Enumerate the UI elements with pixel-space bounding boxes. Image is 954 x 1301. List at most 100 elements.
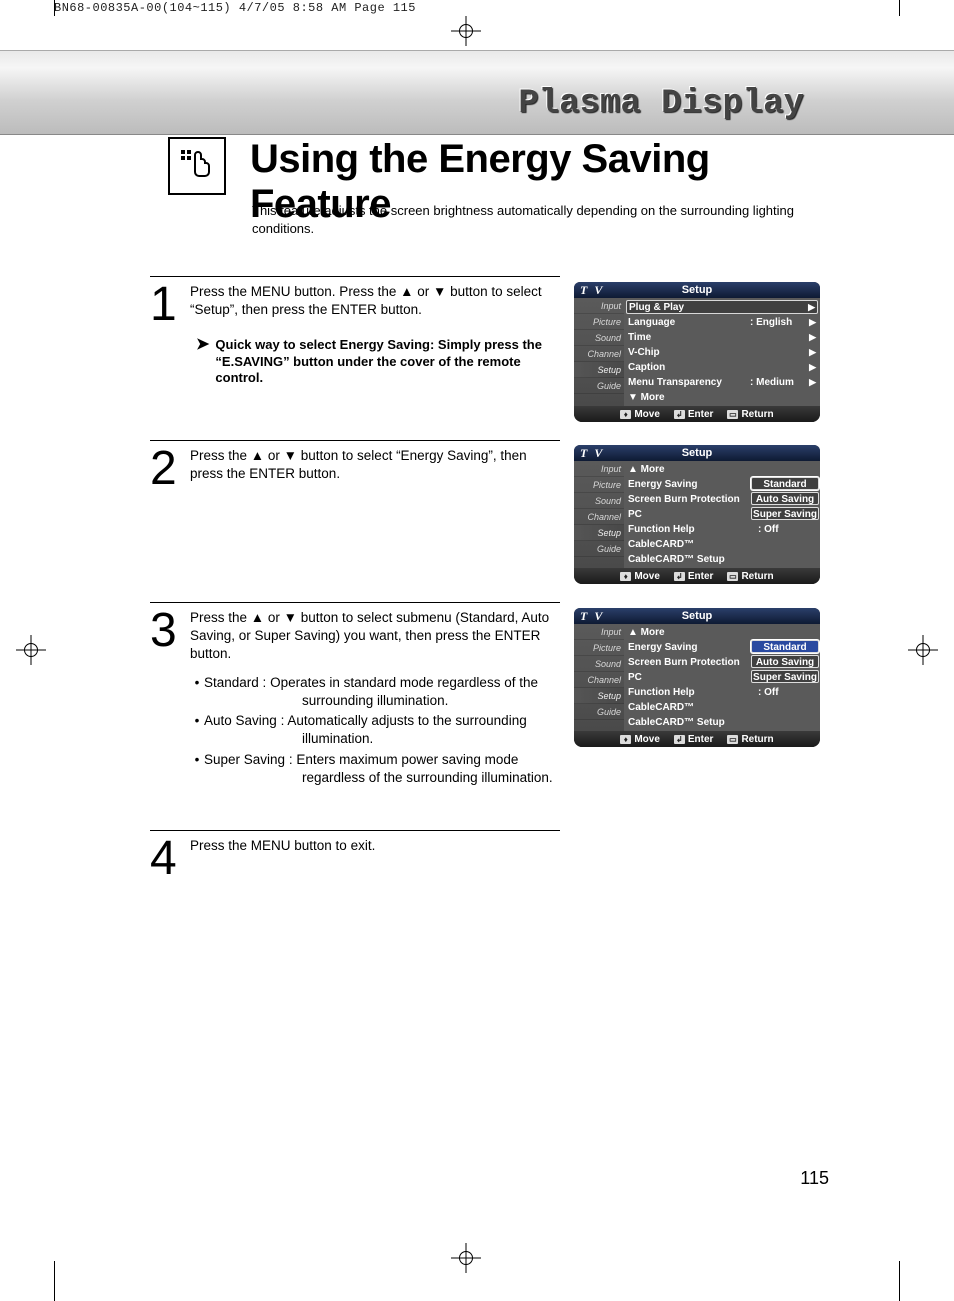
- step-text: Press the MENU button to exit.: [190, 838, 375, 853]
- footer-return: Return: [741, 571, 773, 582]
- touch-icon: [179, 148, 215, 184]
- footer-enter: Enter: [688, 734, 714, 745]
- slug-text: BN68-00835A-00(104~115) 4/7/05 8:58 AM P…: [54, 1, 416, 15]
- enter-icon: ↲: [674, 572, 685, 581]
- osd-row[interactable]: CableCARD™: [624, 700, 820, 715]
- bullet-desc: Enters maximum power saving mode regardl…: [296, 752, 552, 785]
- registration-mark: [908, 635, 938, 665]
- osd-tab[interactable]: Input: [574, 624, 624, 640]
- step-bullets: •Standard : Operates in standard mode re…: [190, 674, 555, 787]
- registration-mark: [451, 16, 481, 46]
- footer-move: Move: [634, 734, 660, 745]
- bullet-desc: Automatically adjusts to the surrounding…: [287, 713, 526, 746]
- step-text: Press the ▲ or ▼ button to select submen…: [190, 610, 549, 661]
- note-arrow-icon: ➤: [196, 337, 209, 353]
- osd-footer: ♦Move ↲Enter ▭Return: [574, 731, 820, 747]
- step-text: Press the ▲ or ▼ button to select “Energ…: [190, 448, 527, 481]
- osd-tab[interactable]: Guide: [574, 541, 624, 557]
- osd-row[interactable]: Function Help: Off: [624, 522, 820, 537]
- osd-row[interactable]: Function Help: Off: [624, 685, 820, 700]
- step-divider: [150, 602, 560, 603]
- osd-row[interactable]: Plug & Play▶: [626, 300, 818, 314]
- crop-mark: [899, 1261, 900, 1301]
- osd-tab[interactable]: Input: [574, 461, 624, 477]
- osd-tab[interactable]: Setup: [574, 688, 624, 704]
- registration-mark: [16, 635, 46, 665]
- osd-titlebar: T V Setup: [574, 445, 820, 461]
- header-banner: [0, 50, 954, 135]
- footer-enter: Enter: [688, 571, 714, 582]
- osd-panel-1: T V Setup Input Picture Sound Channel Se…: [574, 282, 820, 422]
- osd-row[interactable]: Menu Transparency: Medium▶: [624, 375, 820, 390]
- updown-icon: ♦: [620, 572, 631, 581]
- osd-panel-2: T V Setup Input Picture Sound Channel Se…: [574, 445, 820, 584]
- bullet-label: Standard: [204, 675, 259, 690]
- registration-mark: [451, 1243, 481, 1273]
- return-icon: ▭: [727, 572, 738, 581]
- osd-row[interactable]: CableCARD™ Setup: [624, 715, 820, 730]
- osd-row[interactable]: CableCARD™ Setup: [624, 552, 820, 567]
- osd-row[interactable]: ▲ More: [624, 462, 820, 477]
- osd-tab[interactable]: Setup: [574, 525, 624, 541]
- feature-icon: [168, 137, 226, 195]
- enter-icon: ↲: [674, 410, 685, 419]
- osd-tab[interactable]: Sound: [574, 330, 624, 346]
- footer-move: Move: [634, 409, 660, 420]
- footer-move: Move: [634, 571, 660, 582]
- osd-tab[interactable]: Setup: [574, 362, 624, 378]
- osd-main: Plug & Play▶ Language: English▶ Time▶ V-…: [624, 298, 820, 406]
- osd-row[interactable]: Language: English▶: [624, 315, 820, 330]
- step-divider: [150, 830, 560, 831]
- step-number: 1: [150, 279, 190, 326]
- page-number: 115: [800, 1168, 829, 1189]
- footer-return: Return: [741, 734, 773, 745]
- footer-return: Return: [741, 409, 773, 420]
- return-icon: ▭: [727, 735, 738, 744]
- osd-footer: ♦Move ↲Enter ▭Return: [574, 406, 820, 422]
- osd-titlebar: T V Setup: [574, 608, 820, 624]
- osd-tab[interactable]: Guide: [574, 378, 624, 394]
- updown-icon: ♦: [620, 735, 631, 744]
- return-icon: ▭: [727, 410, 738, 419]
- step-number: 3: [150, 605, 190, 652]
- osd-tab[interactable]: Channel: [574, 509, 624, 525]
- crop-mark: [54, 1261, 55, 1301]
- osd-tab[interactable]: Picture: [574, 477, 624, 493]
- osd-tab[interactable]: Input: [574, 298, 624, 314]
- step-number: 2: [150, 443, 190, 490]
- updown-icon: ♦: [620, 410, 631, 419]
- osd-titlebar: T V Setup: [574, 282, 820, 298]
- osd-center-label: Setup: [574, 447, 820, 459]
- osd-tab[interactable]: Channel: [574, 672, 624, 688]
- osd-option[interactable]: Super Saving: [751, 670, 819, 683]
- osd-tab[interactable]: Picture: [574, 314, 624, 330]
- osd-side-tabs: Input Picture Sound Channel Setup Guide: [574, 298, 624, 406]
- osd-panel-3: T V Setup Input Picture Sound Channel Se…: [574, 608, 820, 747]
- osd-row[interactable]: V-Chip▶: [624, 345, 820, 360]
- osd-center-label: Setup: [574, 610, 820, 622]
- osd-option[interactable]: Standard: [751, 640, 819, 653]
- osd-tab[interactable]: Channel: [574, 346, 624, 362]
- osd-tab[interactable]: Sound: [574, 656, 624, 672]
- osd-row[interactable]: Caption▶: [624, 360, 820, 375]
- osd-row[interactable]: ▲ More: [624, 625, 820, 640]
- osd-option[interactable]: Auto Saving: [751, 492, 819, 505]
- osd-main: ▲ More Energy Saving: Screen Burn Protec…: [624, 624, 820, 731]
- page-intro: This feature adjusts the screen brightne…: [252, 202, 812, 237]
- osd-side-tabs: Input Picture Sound Channel Setup Guide: [574, 624, 624, 731]
- osd-row[interactable]: CableCARD™: [624, 537, 820, 552]
- header-subtitle: Plasma Display: [518, 85, 804, 123]
- enter-icon: ↲: [674, 735, 685, 744]
- osd-tab[interactable]: Sound: [574, 493, 624, 509]
- osd-option[interactable]: Super Saving: [751, 507, 819, 520]
- osd-row[interactable]: ▼ More: [624, 390, 820, 405]
- osd-option[interactable]: Auto Saving: [751, 655, 819, 668]
- step-divider: [150, 276, 560, 277]
- step-text: Press the MENU button. Press the ▲ or ▼ …: [190, 284, 542, 317]
- osd-tab[interactable]: Picture: [574, 640, 624, 656]
- osd-center-label: Setup: [574, 284, 820, 296]
- osd-option[interactable]: Standard: [751, 477, 819, 490]
- osd-side-tabs: Input Picture Sound Channel Setup Guide: [574, 461, 624, 568]
- osd-row[interactable]: Time▶: [624, 330, 820, 345]
- osd-tab[interactable]: Guide: [574, 704, 624, 720]
